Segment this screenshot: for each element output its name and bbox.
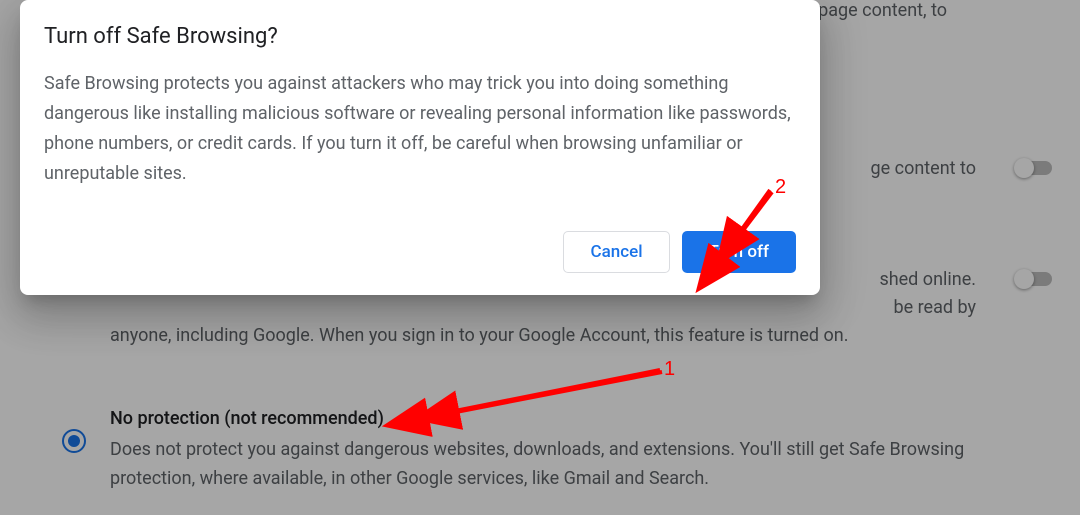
confirm-dialog: Turn off Safe Browsing? Safe Browsing pr… bbox=[20, 0, 820, 295]
dialog-title: Turn off Safe Browsing? bbox=[44, 24, 796, 49]
dialog-actions: Cancel Turn off bbox=[44, 231, 796, 273]
turn-off-button[interactable]: Turn off bbox=[682, 231, 796, 273]
cancel-button[interactable]: Cancel bbox=[563, 231, 669, 273]
dialog-body-text: Safe Browsing protects you against attac… bbox=[44, 69, 796, 189]
